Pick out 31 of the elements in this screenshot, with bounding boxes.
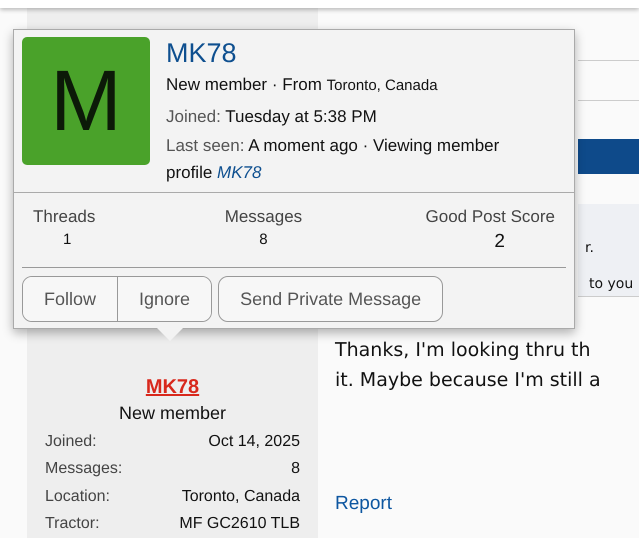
info-value: MF GC2610 TLB [179,515,300,534]
action-button[interactable]: Ignore [117,277,212,321]
avatar: M [22,37,150,165]
quote-text: to you [589,276,634,292]
info-label: Tractor: [45,515,100,534]
last-seen-line: Last seen: A moment ago · Viewing member profile MK78 [166,135,500,184]
author-link[interactable]: MK78 [146,376,200,399]
stat-label: Good Post Score [426,207,555,227]
stat-label: Messages [224,207,302,227]
post-text: it. Maybe because I'm still a [335,368,602,393]
info-label: Location: [45,488,110,506]
quote-text: r. [585,240,595,256]
stat-value: 2 [493,231,506,253]
action-button[interactable]: Follow [23,277,118,321]
joined-line: Joined: Tuesday at 5:38 PM [166,106,378,128]
stat-label: Threads [33,207,96,227]
info-value: Oct 14, 2025 [208,432,300,451]
header-bar [578,139,639,174]
stat-value: 1 [62,231,72,248]
profile-link[interactable]: MK78 [217,163,262,182]
user-title: New member [118,403,226,424]
info-label: Joined: [45,432,97,451]
post-text: Thanks, I'm looking thru th [335,338,592,363]
info-value: 8 [291,460,300,478]
stat-value: 8 [258,231,269,248]
member-summary: New member · From Toronto, Canada [166,74,439,96]
info-label: Messages: [45,460,122,478]
report-link[interactable]: Report [335,493,639,515]
member-name-link[interactable]: MK78 [166,37,541,69]
message-button[interactable]: Send Private Message [218,276,444,322]
info-value: Toronto, Canada [182,488,300,506]
